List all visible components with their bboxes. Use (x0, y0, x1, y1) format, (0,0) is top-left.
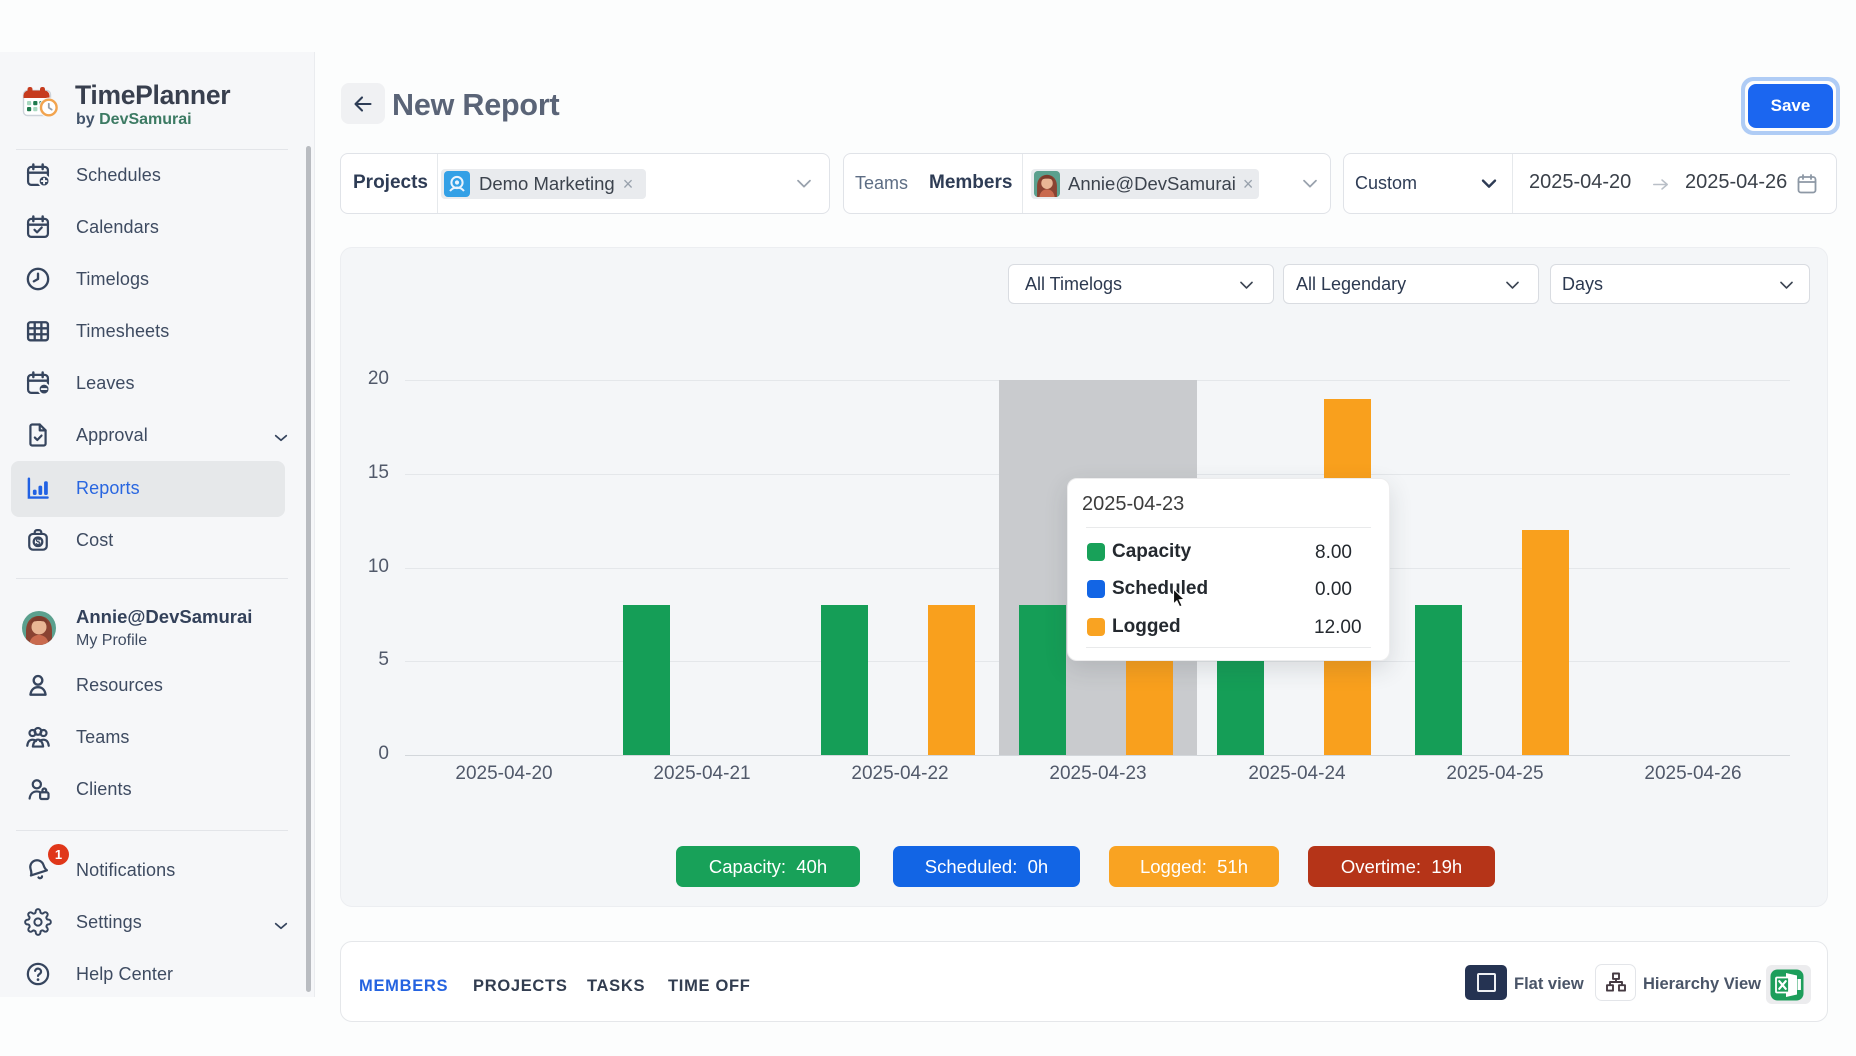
svg-text:$: $ (36, 537, 41, 547)
